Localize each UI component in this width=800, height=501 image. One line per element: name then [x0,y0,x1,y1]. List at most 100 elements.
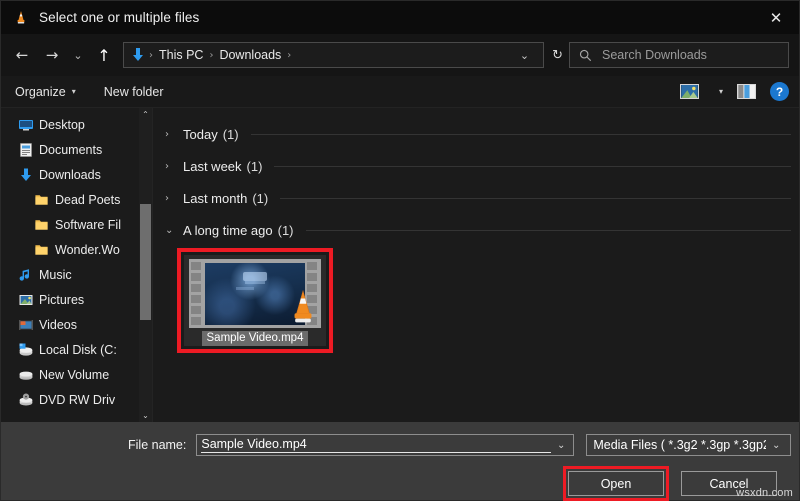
scrollbar-thumb[interactable] [140,204,151,320]
sidebar-item-label: Desktop [39,117,85,132]
sidebar-item-label: Music [39,267,72,282]
music-icon [18,267,34,283]
desktop-icon [18,117,34,133]
sidebar-item-documents[interactable]: Documents [1,137,152,162]
search-input[interactable]: Search Downloads [569,42,789,68]
picture-view-icon[interactable] [679,84,699,99]
sidebar-item-local-disk-c[interactable]: Local Disk (C: [1,337,152,362]
group-count: (1) [252,190,269,206]
scroll-up-icon[interactable]: ⌃ [139,108,152,121]
watermark: wsxdn.com [736,487,793,499]
sidebar-item-videos[interactable]: Videos [1,312,152,337]
file-item-sample-video[interactable]: Sample Video.mp4 [177,248,333,353]
folder-icon [34,242,50,258]
toolbar: Organize ▾ New folder ▾ ? [1,76,799,108]
group-header-a-long-time-ago[interactable]: ⌄ A long time ago (1) [163,214,791,246]
drive-icon [18,367,34,383]
file-picker-dialog: Select one or multiple files ✕ ← → ⌄ ↑ ›… [0,0,800,501]
up-icon[interactable]: ↑ [89,40,119,70]
chevron-down-icon: ▾ [71,87,76,96]
sidebar-item-label: Pictures [39,292,85,307]
folder-icon [34,217,50,233]
file-list-pane: › Today (1) › Last week (1) › Last month… [153,108,799,422]
new-folder-label: New folder [103,84,164,99]
open-button-highlight: Open [563,466,669,501]
back-icon[interactable]: ← [7,40,37,70]
breadcrumb-item-this-pc[interactable]: This PC [154,48,208,62]
vlc-cone-icon [286,289,320,326]
sidebar-item-software-files[interactable]: Software Fil [1,212,152,237]
scroll-down-icon[interactable]: ⌄ [139,409,152,422]
file-item-inner: Sample Video.mp4 [184,255,326,346]
open-button[interactable]: Open [568,471,664,496]
file-name-row: File name: Sample Video.mp4 ⌄ Media File… [1,422,799,456]
sidebar-item-label: Software Fil [55,217,121,232]
group-title: Last month [183,190,248,206]
group-header-today[interactable]: › Today (1) [163,118,791,150]
group-header-last-week[interactable]: › Last week (1) [163,150,791,182]
downloads-arrow-icon [130,47,146,63]
sidebar-item-pictures[interactable]: Pictures [1,287,152,312]
vlc-cone-icon [13,10,29,26]
chevron-down-icon[interactable]: ⌄ [510,49,539,62]
group-title: A long time ago [183,222,273,238]
breadcrumb-item-downloads[interactable]: Downloads [214,48,286,62]
search-placeholder: Search Downloads [602,48,707,62]
documents-icon [18,142,34,158]
sidebar-item-label: DVD RW Driv [39,392,116,407]
sidebar-item-dead-poets[interactable]: Dead Poets [1,187,152,212]
sidebar-item-wonder-woman[interactable]: Wonder.Wo [1,237,152,262]
organize-label: Organize [15,84,66,99]
chevron-down-icon[interactable]: ⌄ [165,225,183,236]
file-name-input[interactable]: Sample Video.mp4 ⌄ [196,434,575,456]
recent-locations-icon[interactable]: ⌄ [67,40,89,70]
dialog-footer: File name: Sample Video.mp4 ⌄ Media File… [1,422,799,501]
footer-button-row: Open Cancel [1,456,799,501]
new-folder-button[interactable]: New folder [104,85,164,99]
sidebar-item-label: Dead Poets [55,192,121,207]
dvd-drive-icon [18,392,34,408]
sidebar-item-label: Videos [39,317,77,332]
forward-icon[interactable]: → [37,40,67,70]
sidebar-item-new-volume[interactable]: New Volume [1,362,152,387]
dialog-body: Desktop Documents Downloads Dead Poets S… [1,108,799,422]
sidebar-item-downloads[interactable]: Downloads [1,162,152,187]
chevron-down-icon[interactable]: ⌄ [766,440,786,451]
group-title: Last week [183,158,242,174]
breadcrumb-separator: › [287,49,292,61]
sidebar-item-music[interactable]: Music [1,262,152,287]
chevron-right-icon[interactable]: › [165,193,183,204]
refresh-icon[interactable]: ↻ [550,48,569,63]
chevron-down-icon[interactable]: ⌄ [551,440,571,451]
window-title: Select one or multiple files [39,10,200,25]
organize-button[interactable]: Organize ▾ [15,85,76,99]
breadcrumb[interactable]: › This PC › Downloads › ⌄ [123,42,545,68]
toolbar-right-group: ▾ ? [679,82,789,101]
file-name-label: File name: [128,438,187,452]
title-bar: Select one or multiple files ✕ [1,1,799,34]
sidebar-scrollbar[interactable]: ⌃ ⌄ [139,108,152,422]
sidebar-item-label: Wonder.Wo [55,242,120,257]
file-type-value: Media Files ( *.3g2 *.3gp *.3gp2 [593,438,766,452]
group-rule [305,229,791,231]
help-button[interactable]: ? [770,82,789,101]
sidebar-item-label: Documents [39,142,103,157]
group-rule [280,197,791,199]
view-chevron-down-icon[interactable]: ▾ [719,87,723,96]
group-rule [274,165,791,167]
file-name-value: Sample Video.mp4 [201,437,551,453]
group-count: (1) [246,158,263,174]
sidebar-item-dvd-rw-drive[interactable]: DVD RW Driv [1,387,152,412]
close-icon[interactable]: ✕ [753,1,799,34]
chevron-right-icon[interactable]: › [165,161,183,172]
local-disk-icon [18,342,34,358]
filmstrip-sprockets-left [191,261,203,327]
videos-icon [18,317,34,333]
pictures-icon [18,292,34,308]
group-header-last-month[interactable]: › Last month (1) [163,182,791,214]
chevron-right-icon[interactable]: › [165,129,183,140]
sidebar-item-desktop[interactable]: Desktop [1,112,152,137]
file-type-select[interactable]: Media Files ( *.3g2 *.3gp *.3gp2 ⌄ [586,434,792,456]
preview-pane-icon[interactable] [737,84,756,99]
address-bar-row: ← → ⌄ ↑ › This PC › Downloads › ⌄ ↻ Sear… [1,34,799,76]
